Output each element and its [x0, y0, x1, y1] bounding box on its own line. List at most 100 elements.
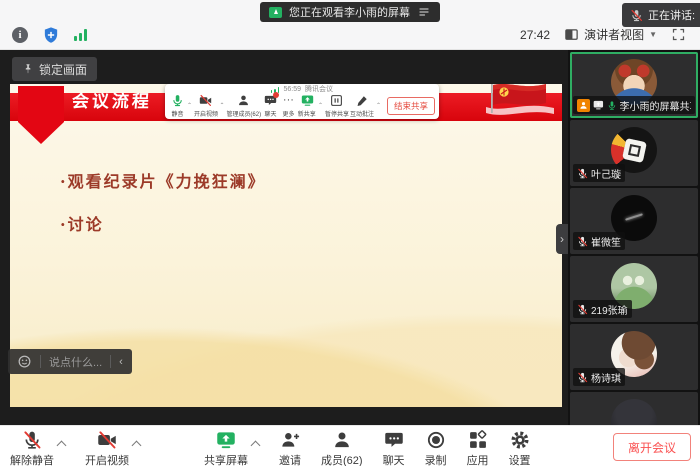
chevron-up-icon[interactable]: ⌃: [318, 102, 323, 109]
person-icon: [237, 94, 250, 107]
chat-unread-badge: [273, 92, 279, 98]
chevron-up-icon[interactable]: [132, 441, 142, 451]
share-screen-button[interactable]: 共享屏幕: [204, 430, 248, 466]
toolbar-new-share-button[interactable]: 新共享: [298, 94, 316, 118]
slide-content: ·观看纪录片《力挽狂澜》 ·讨论: [60, 168, 266, 235]
pin-view-label: 锁定画面: [39, 61, 87, 78]
participant-name: 219张瑜: [591, 302, 628, 317]
slide-banner-title: 会议流程: [71, 87, 153, 112]
now-speaking-indicator: 正在讲话:: [622, 3, 700, 27]
mic-icon: [171, 94, 184, 107]
pen-icon: [356, 94, 369, 107]
participant-tile[interactable]: 杨诗琪: [570, 324, 698, 390]
camera-off-icon: [199, 94, 212, 107]
avatar: [611, 399, 657, 425]
speaking-label: 正在讲话:: [648, 7, 695, 23]
chevron-up-icon[interactable]: ⌃: [187, 102, 192, 109]
leave-meeting-button[interactable]: 离开会议: [613, 433, 691, 461]
invite-button[interactable]: 邀请: [279, 430, 301, 466]
sidebar-collapse-handle[interactable]: ›: [556, 224, 568, 254]
participant-name: 叶己璇: [591, 166, 621, 181]
banner-menu-icon[interactable]: [417, 6, 431, 18]
toolbar-pause-share-button[interactable]: 暂停共享: [325, 94, 348, 118]
participant-tile[interactable]: 李小雨的屏幕共享: [570, 52, 698, 118]
quick-chat-bar[interactable]: 说点什么... ‹: [8, 349, 132, 374]
chat-input-placeholder[interactable]: 说点什么...: [49, 354, 102, 370]
record-button[interactable]: 录制: [425, 430, 447, 466]
divider: [40, 355, 41, 368]
host-badge-icon: [577, 99, 590, 112]
slide-bullet-2: ·讨论: [60, 211, 266, 235]
apps-button[interactable]: 应用: [467, 430, 489, 466]
person-plus-icon: [280, 430, 300, 450]
layout-icon: [564, 27, 579, 42]
slide-bullet-1: ·观看纪录片《力挽狂澜》: [60, 168, 266, 192]
shared-screen-stage: 锁定画面 会议流程 ·观看纪录片《力挽狂澜》 ·讨论: [0, 50, 568, 425]
participant-name: 崔微笙: [591, 234, 621, 249]
members-button[interactable]: 成员(62): [321, 430, 363, 466]
mic-on-icon: [607, 100, 617, 111]
participant-tile[interactable]: 叶己璇: [570, 120, 698, 186]
chat-collapse-icon[interactable]: ‹: [119, 356, 123, 368]
toolbar-mute-button[interactable]: 静音: [169, 94, 185, 118]
chevron-up-icon[interactable]: ⌃: [219, 102, 224, 109]
participant-tile[interactable]: 崔微笙: [570, 188, 698, 254]
screen-share-icon: [593, 99, 604, 111]
view-mode-selector[interactable]: 演讲者视图 ▼: [564, 26, 657, 43]
presenter-share-toolbar: 56:59 腾讯会议 静音 ⌃ 开启视频 ⌃: [165, 84, 439, 119]
muted-mic-icon: [577, 168, 588, 179]
person-icon: [332, 430, 352, 450]
muted-mic-icon: [577, 236, 588, 247]
participant-name: 杨诗琪: [591, 370, 621, 385]
chevron-up-icon[interactable]: ⌃: [376, 102, 381, 109]
meeting-timer: 27:42: [520, 28, 550, 42]
settings-button[interactable]: 设置: [509, 430, 531, 466]
toolbar-chat-button[interactable]: 聊天: [262, 94, 278, 118]
meeting-info-icon[interactable]: i: [12, 27, 28, 43]
chat-button[interactable]: 聊天: [383, 430, 405, 466]
record-icon: [426, 430, 446, 450]
participants-sidebar: 李小雨的屏幕共享 叶己璇 崔微笙 219张瑜: [568, 50, 700, 425]
toolbar-more-button[interactable]: ··· 更多: [280, 94, 296, 118]
toolbar-members-button[interactable]: 管理成员(62): [227, 94, 261, 118]
start-video-button[interactable]: 开启视频: [85, 430, 129, 466]
end-share-button[interactable]: 结束共享: [387, 97, 435, 115]
watching-banner-label: 您正在观看李小雨的屏幕: [289, 4, 410, 20]
share-duration: 56:59: [283, 85, 301, 94]
share-app-name: 腾讯会议: [305, 85, 333, 94]
watching-screen-banner[interactable]: 您正在观看李小雨的屏幕: [260, 2, 440, 22]
more-icon: ···: [283, 94, 294, 107]
participant-tile-partial[interactable]: [570, 392, 698, 425]
toolbar-video-button[interactable]: 开启视频: [194, 94, 217, 118]
fullscreen-icon[interactable]: [671, 27, 686, 42]
muted-mic-icon: [577, 372, 588, 383]
pin-icon: [22, 63, 34, 75]
screen-share-icon: [269, 7, 282, 18]
gear-icon: [510, 430, 530, 450]
party-flag-graphic: [484, 84, 556, 117]
apps-grid-icon: [468, 430, 488, 450]
participant-name: 李小雨的屏幕共享: [620, 98, 691, 113]
muted-mic-icon: [22, 430, 42, 450]
camera-off-icon: [97, 430, 117, 450]
divider: [110, 355, 111, 368]
screen-share-icon: [216, 430, 236, 450]
security-shield-icon[interactable]: [42, 26, 60, 44]
muted-mic-icon: [577, 304, 588, 315]
network-signal-icon: [74, 29, 87, 41]
slide-ribbon-decoration: [18, 86, 64, 144]
unmute-button[interactable]: 解除静音: [10, 430, 54, 466]
view-mode-label: 演讲者视图: [584, 26, 644, 43]
chat-bubble-icon: [384, 430, 404, 450]
pin-view-button[interactable]: 锁定画面: [12, 57, 97, 81]
chevron-up-icon[interactable]: [57, 441, 67, 451]
muted-mic-icon: [630, 9, 643, 22]
participant-name-bar: 李小雨的屏幕共享: [573, 96, 695, 114]
toolbar-annotate-button[interactable]: 互动批注: [350, 94, 373, 118]
chevron-up-icon[interactable]: [251, 441, 261, 451]
participant-tile[interactable]: 219张瑜: [570, 256, 698, 322]
meeting-window: i 27:42 演讲者视图 ▼ 您正在观看李小雨的屏幕 正在讲话: 锁定画面: [0, 0, 700, 466]
pause-icon: [330, 94, 343, 107]
screen-share-icon: [301, 94, 314, 107]
emoji-smile-icon[interactable]: [17, 354, 32, 369]
